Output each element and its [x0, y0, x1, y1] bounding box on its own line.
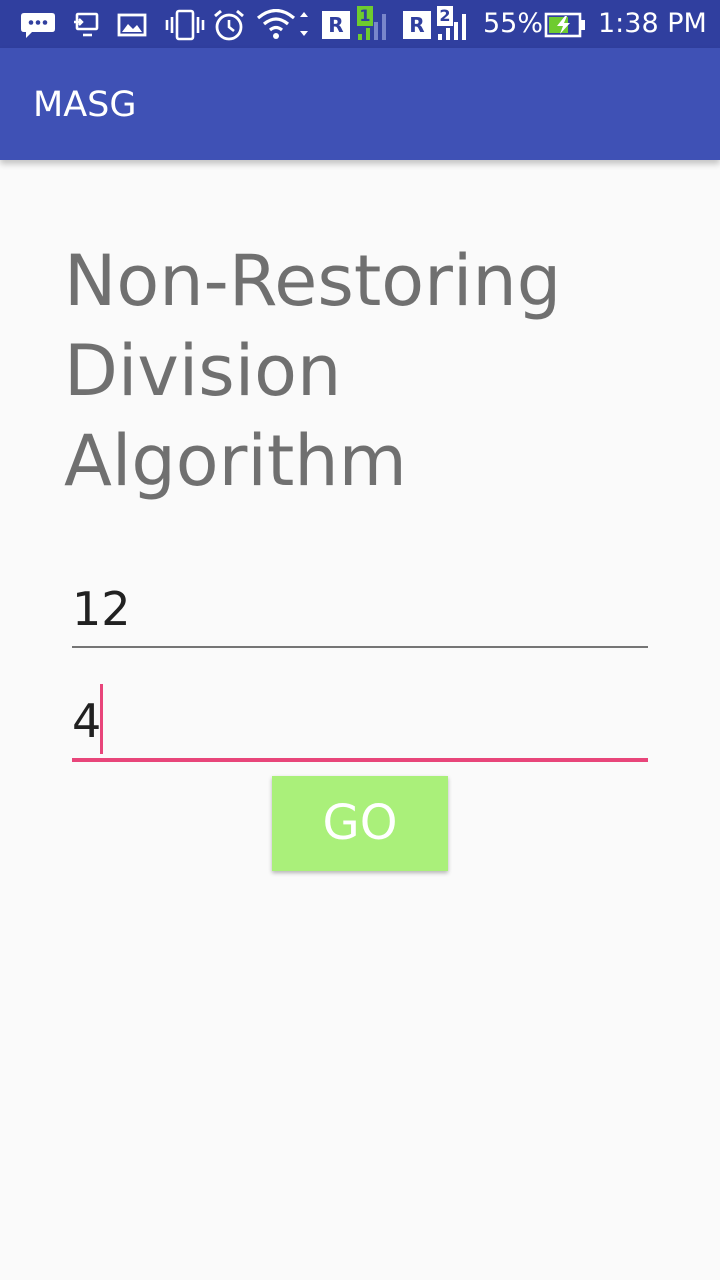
- clock-time: 1:38 PM: [598, 8, 707, 39]
- image-icon: [117, 13, 147, 37]
- vibrate-icon: [165, 9, 205, 41]
- signal-sim1-icon: [358, 14, 386, 40]
- go-button[interactable]: GO: [272, 776, 448, 871]
- app-bar: MASG: [0, 48, 720, 160]
- dividend-value[interactable]: 12: [72, 581, 131, 637]
- divisor-value[interactable]: 4: [72, 693, 101, 749]
- battery-percent: 55%: [483, 8, 544, 39]
- heading-line-3: Algorithm: [64, 420, 407, 502]
- page-heading: Non-Restoring Division Algorithm: [64, 236, 684, 506]
- heading-line-1: Non-Restoring: [64, 240, 562, 322]
- sim2-badge: R: [403, 11, 431, 39]
- signal-sim2-icon: [438, 14, 466, 40]
- dividend-field[interactable]: 12: [72, 578, 648, 650]
- heading-line-2: Division: [64, 330, 342, 412]
- app-title: MASG: [33, 85, 137, 125]
- wifi-icon: [256, 9, 308, 39]
- battery-charging-icon: [544, 12, 585, 38]
- divisor-underline: [72, 758, 648, 762]
- alarm-icon: [214, 9, 244, 41]
- sim1-badge: R: [322, 11, 350, 39]
- chat-bubble-icon: [21, 13, 55, 38]
- cast-icon: [74, 12, 99, 37]
- status-bar: R 1 R 2 55% 1:38 PM: [0, 0, 720, 48]
- divisor-field[interactable]: 4: [72, 690, 648, 764]
- dividend-underline: [72, 646, 648, 648]
- text-cursor: [100, 684, 103, 754]
